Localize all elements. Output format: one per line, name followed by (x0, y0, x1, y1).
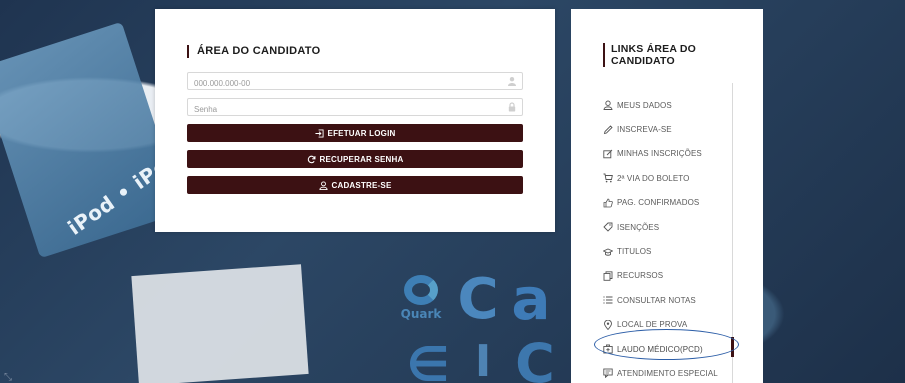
password-field[interactable] (187, 98, 523, 118)
links-card: LINKS ÁREA DO CANDIDATO MEUS DADOS INSCR… (571, 9, 763, 383)
password-input[interactable] (188, 101, 522, 118)
background-e-logo: ∈ (406, 337, 450, 383)
background-c2-logo: C (515, 331, 555, 383)
link-label: LOCAL DE PROVA (617, 320, 688, 330)
link-meus-dados[interactable]: MEUS DADOS (603, 93, 732, 117)
links-list: MEUS DADOS INSCREVA-SE MINHAS INSCRIÇÕES… (603, 83, 734, 383)
login-title: ÁREA DO CANDIDATO (187, 45, 523, 58)
link-label: CONSULTAR NOTAS (617, 295, 696, 305)
login-button-label: EFETUAR LOGIN (327, 128, 396, 138)
link-titulos[interactable]: TITULOS (603, 239, 732, 263)
link-laudo-medico[interactable]: LAUDO MÉDICO(PCD) (603, 337, 732, 361)
expand-icon: ⤡ (4, 372, 12, 383)
user-icon (318, 180, 328, 190)
background-a-logo: a (511, 265, 551, 333)
refresh-icon (307, 155, 316, 163)
user-icon (603, 100, 613, 111)
recover-button-label: RECUPERAR SENHA (319, 154, 404, 164)
background-notepad (131, 264, 309, 383)
chat-icon (603, 369, 613, 379)
cart-icon (603, 173, 613, 183)
medical-kit-icon (603, 344, 613, 354)
cpf-input[interactable] (188, 75, 522, 92)
link-label: RECURSOS (617, 271, 664, 281)
link-label: MINHAS INSCRIÇÕES (617, 149, 702, 159)
link-minhas-inscricoes[interactable]: MINHAS INSCRIÇÕES (603, 142, 732, 166)
login-icon (314, 128, 324, 138)
lock-icon (508, 102, 516, 112)
login-button[interactable]: EFETUAR LOGIN (187, 124, 523, 142)
link-label: ATENDIMENTO ESPECIAL (617, 368, 718, 378)
link-label: ISENÇÕES (617, 222, 660, 232)
link-consultar-notas[interactable]: CONSULTAR NOTAS (603, 288, 732, 312)
edit-square-icon (603, 149, 613, 159)
link-atendimento-especial[interactable]: ATENDIMENTO ESPECIAL (603, 361, 732, 383)
copy-icon (603, 271, 613, 281)
graduation-cap-icon (603, 248, 613, 256)
links-title: LINKS ÁREA DO CANDIDATO (603, 43, 723, 67)
user-icon (508, 77, 516, 86)
background-tk-logo: Ⅰ (474, 335, 492, 383)
link-label: MEUS DADOS (617, 100, 672, 110)
register-button[interactable]: CADASTRE-SE (187, 176, 523, 194)
link-local-de-prova[interactable]: LOCAL DE PROVA (603, 313, 732, 337)
link-label: PAG. CONFIRMADOS (617, 198, 700, 208)
link-inscreva-se[interactable]: INSCREVA-SE (603, 117, 732, 141)
link-label: TITULOS (617, 247, 652, 257)
recover-password-button[interactable]: RECUPERAR SENHA (187, 150, 523, 168)
link-pag-confirmados[interactable]: PAG. CONFIRMADOS (603, 191, 732, 215)
link-isencoes[interactable]: ISENÇÕES (603, 215, 732, 239)
register-button-label: CADASTRE-SE (331, 180, 392, 190)
link-recursos[interactable]: RECURSOS (603, 264, 732, 288)
pencil-icon (603, 124, 613, 134)
tag-icon (603, 222, 613, 232)
link-label: LAUDO MÉDICO(PCD) (617, 344, 703, 354)
thumbs-up-icon (603, 198, 613, 208)
background-c-logo: C (457, 266, 499, 332)
background-quark-logo: Quark (398, 275, 444, 321)
cpf-field[interactable] (187, 72, 523, 92)
link-label: INSCREVA-SE (617, 125, 672, 135)
active-link-indicator (731, 337, 734, 357)
login-card: ÁREA DO CANDIDATO EFETUAR LOGIN RECUPERA… (155, 9, 555, 232)
map-pin-icon (604, 319, 612, 330)
list-icon (603, 296, 613, 304)
link-label: 2ª VIA DO BOLETO (617, 173, 690, 183)
link-2-via-boleto[interactable]: 2ª VIA DO BOLETO (603, 166, 732, 190)
